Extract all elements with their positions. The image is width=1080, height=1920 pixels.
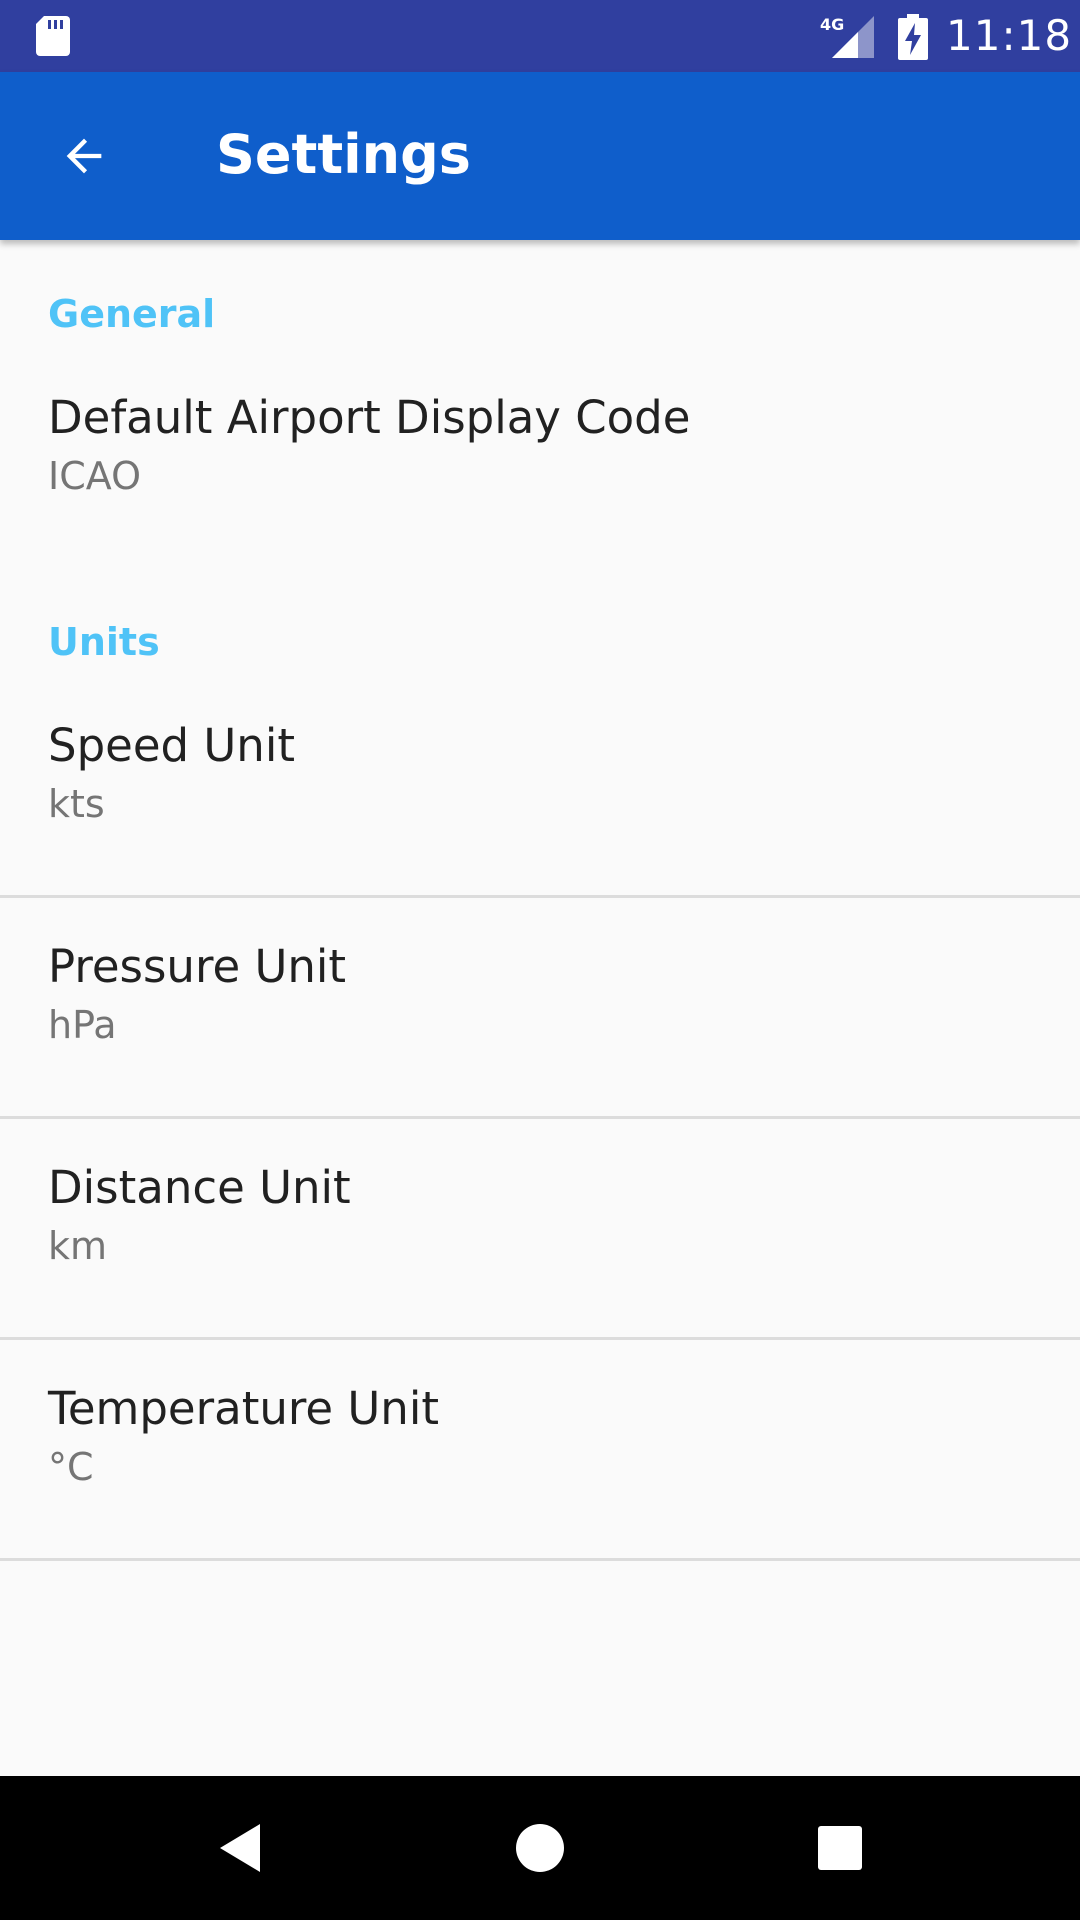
divider xyxy=(0,1337,1080,1340)
pref-title: Speed Unit xyxy=(48,719,295,772)
network-type-label: 4G xyxy=(820,15,844,34)
nav-home-button[interactable] xyxy=(504,1812,576,1884)
pref-summary: °C xyxy=(48,1445,94,1489)
pref-title: Default Airport Display Code xyxy=(48,391,691,444)
back-triangle-icon xyxy=(220,1824,260,1872)
signal-icon: 4G xyxy=(820,15,874,58)
pref-title: Distance Unit xyxy=(48,1161,351,1214)
divider xyxy=(0,1116,1080,1119)
nav-recents-button[interactable] xyxy=(804,1812,876,1884)
navigation-bar xyxy=(0,1776,1080,1920)
home-circle-icon xyxy=(516,1824,564,1872)
pref-title: Pressure Unit xyxy=(48,940,347,993)
clock: 11:18 xyxy=(946,11,1073,60)
divider xyxy=(0,1558,1080,1561)
pref-distance-unit[interactable]: Distance Unit km xyxy=(0,1160,1080,1270)
pref-summary: ICAO xyxy=(48,454,141,498)
sd-card-icon xyxy=(36,16,70,56)
pref-temperature-unit[interactable]: Temperature Unit °C xyxy=(0,1381,1080,1491)
battery-charging-icon xyxy=(898,14,928,60)
divider xyxy=(0,895,1080,898)
pref-default-airport-display-code[interactable]: Default Airport Display Code ICAO xyxy=(0,390,1080,500)
category-units: Units xyxy=(48,620,160,664)
page-title: Settings xyxy=(216,123,471,186)
status-bar: 4G 11:18 xyxy=(0,0,1080,72)
app-bar: Settings xyxy=(0,72,1080,240)
category-general: General xyxy=(48,292,216,336)
arrow-back-icon xyxy=(66,138,102,174)
pref-summary: hPa xyxy=(48,1003,117,1047)
back-button[interactable] xyxy=(36,108,132,204)
pref-pressure-unit[interactable]: Pressure Unit hPa xyxy=(0,939,1080,1049)
nav-back-button[interactable] xyxy=(204,1812,276,1884)
pref-speed-unit[interactable]: Speed Unit kts xyxy=(0,718,1080,828)
pref-title: Temperature Unit xyxy=(48,1382,439,1435)
pref-summary: kts xyxy=(48,782,105,826)
recents-square-icon xyxy=(818,1826,862,1870)
pref-summary: km xyxy=(48,1224,108,1268)
